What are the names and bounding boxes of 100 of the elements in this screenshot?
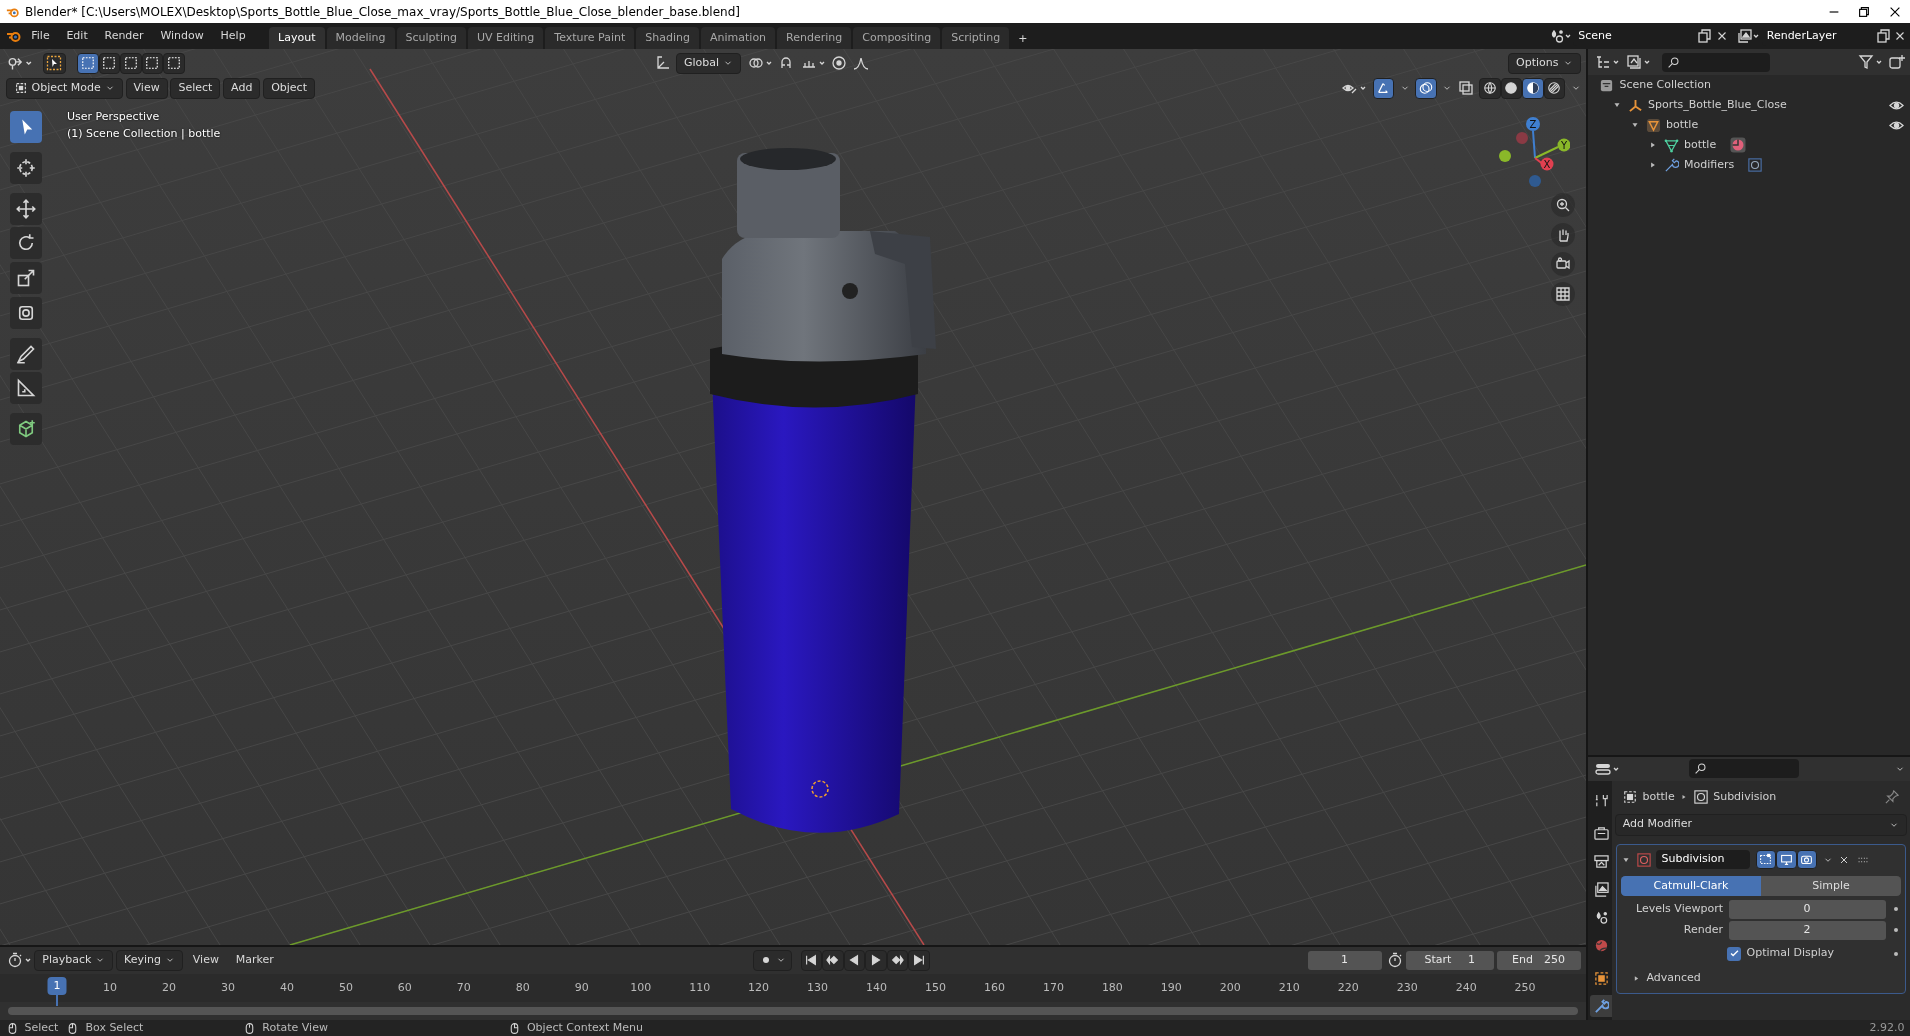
tool-button[interactable] [10, 111, 42, 143]
selection-mode-button[interactable] [163, 52, 185, 74]
tool-button[interactable] [10, 192, 42, 225]
checkbox[interactable] [1727, 946, 1741, 961]
display-mode-icon[interactable] [1625, 54, 1651, 70]
start-frame-field[interactable]: Start 1 [1405, 950, 1494, 970]
subdivision-icon [1747, 158, 1762, 172]
workspace-tab[interactable]: Layout [269, 26, 325, 49]
end-frame-field[interactable]: End 250 [1496, 950, 1581, 970]
modifier-tab[interactable] [1590, 995, 1612, 1017]
proportional-editing-icon[interactable] [831, 55, 848, 71]
menu-item[interactable]: Render [97, 25, 151, 47]
tool-button[interactable] [10, 262, 42, 294]
workspace-tab[interactable]: Texture Paint [545, 26, 635, 49]
outliner-row[interactable]: bottle [1588, 135, 1910, 155]
zoom-icon [1555, 197, 1571, 213]
workspace-tab[interactable]: Compositing [853, 26, 941, 49]
menu-item[interactable]: Keying [116, 949, 184, 971]
zoom-button[interactable] [1551, 193, 1575, 217]
frame-number: 50 [338, 979, 353, 996]
menu-item[interactable]: View [185, 950, 226, 971]
checkmark-icon [1728, 948, 1740, 959]
selection-mode-icon [80, 56, 95, 70]
hand-button[interactable] [1551, 222, 1575, 247]
search-field[interactable] [1662, 52, 1770, 72]
menu-item[interactable]: Marker [228, 950, 281, 971]
workspace-tab[interactable]: Shading [636, 26, 699, 49]
menu-item[interactable]: Add [223, 77, 261, 99]
y-axis-handle[interactable]: Y [1534, 138, 1570, 159]
restore-icon[interactable] [1857, 4, 1872, 19]
camera-button[interactable] [1551, 252, 1575, 276]
material-shading-button[interactable] [1522, 77, 1544, 99]
workspace-tab[interactable]: Animation [701, 26, 776, 49]
new-collection-icon[interactable] [1888, 54, 1905, 70]
subdivision-type-tab[interactable]: Catmull-Clark [1621, 876, 1761, 896]
previous-keyframe-button[interactable] [822, 949, 844, 971]
menu-item[interactable]: Window [153, 25, 211, 47]
tool-button[interactable] [10, 151, 42, 184]
xray-icon[interactable] [1457, 80, 1474, 96]
menu-item[interactable]: Playback [34, 949, 114, 971]
section-label[interactable]: Advanced [1646, 969, 1701, 987]
number-field[interactable]: 0 [1728, 899, 1886, 919]
overlay-toggle[interactable] [1415, 77, 1437, 99]
current-frame-field[interactable]: 1 [1307, 950, 1382, 970]
playhead[interactable]: 1 [47, 976, 67, 996]
workspace-tab[interactable]: UV Editing [467, 26, 544, 49]
workspace-tab[interactable]: Scripting [942, 26, 1010, 49]
menu-item[interactable]: Edit [59, 25, 95, 47]
stopwatch-icon[interactable] [1387, 952, 1403, 969]
wireframe-shading-button[interactable] [1479, 77, 1501, 99]
edit-mode-toggle[interactable] [1755, 850, 1776, 869]
viewport-toggle[interactable] [1776, 850, 1797, 869]
orientation-dropdown[interactable]: Global [676, 52, 742, 74]
selection-mode-button[interactable] [77, 52, 99, 74]
pin-icon[interactable] [1885, 790, 1899, 804]
outliner-row[interactable]: Sports_Bottle_Blue_Close [1588, 95, 1910, 115]
tool-button[interactable] [10, 337, 42, 370]
selection-mode-button[interactable] [120, 52, 142, 74]
negative-x-handle[interactable] [1516, 132, 1528, 144]
falloff-curve-icon[interactable] [852, 55, 869, 71]
keyframe-dot-icon[interactable] [1894, 928, 1898, 933]
grid-button[interactable] [1551, 281, 1575, 306]
modifier-name-field[interactable]: Subdivision [1656, 850, 1750, 869]
copy-icon[interactable] [1874, 28, 1891, 44]
jump-start-button[interactable] [800, 949, 823, 971]
tool-button[interactable] [10, 413, 42, 445]
record-button[interactable] [753, 949, 793, 971]
pivot-point-icon[interactable] [746, 55, 773, 71]
jump-end-button[interactable] [908, 949, 930, 971]
workspace-tab[interactable]: Modeling [326, 26, 395, 49]
play-reverse-button[interactable] [843, 949, 866, 971]
keyframe-dot-icon[interactable] [1894, 907, 1898, 912]
search-field[interactable] [1689, 759, 1799, 778]
menu-item[interactable]: Help [213, 25, 253, 47]
play-button[interactable] [865, 949, 887, 971]
add-workspace-button[interactable]: + [1011, 28, 1035, 49]
tool-button[interactable] [10, 296, 42, 329]
menu-item[interactable]: File [24, 25, 57, 47]
workspace-tab[interactable]: Rendering [777, 26, 852, 49]
workspace-tab[interactable]: Sculpting [396, 26, 466, 49]
next-keyframe-button[interactable] [886, 949, 909, 971]
tool-button[interactable] [10, 372, 42, 405]
menu-item[interactable]: Object [263, 77, 315, 99]
filter-icon[interactable] [1857, 54, 1883, 70]
options-dropdown[interactable]: Options [1508, 52, 1581, 74]
frame-number: 10 [103, 979, 118, 996]
negative-y-handle[interactable] [1499, 150, 1511, 162]
render-layer-icon[interactable] [1737, 27, 1759, 45]
z-axis-handle[interactable]: Z [1526, 117, 1540, 159]
camera-icon [1800, 853, 1814, 866]
menu-item[interactable]: Select [170, 77, 221, 99]
subdivision-type-tab[interactable]: Simple [1761, 876, 1901, 896]
tool-button[interactable] [10, 227, 42, 260]
render-toggle[interactable] [1796, 850, 1817, 869]
add-modifier-dropdown[interactable]: Add Modifier [1614, 813, 1908, 836]
number-field[interactable]: 2 [1728, 920, 1886, 940]
negative-z-handle[interactable] [1529, 175, 1541, 187]
keyframe-dot-icon[interactable] [1894, 951, 1898, 956]
copy-icon[interactable] [1696, 28, 1712, 44]
timeline-scrollbar[interactable] [8, 1007, 1578, 1015]
